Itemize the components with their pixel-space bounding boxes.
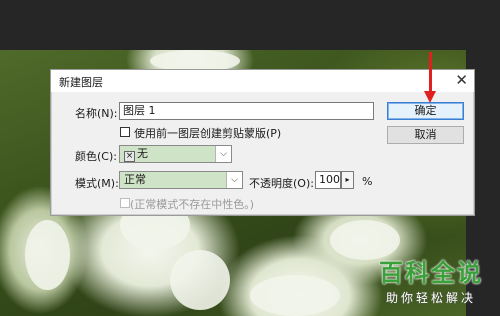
close-icon[interactable]: ✕ (455, 71, 468, 89)
color-select[interactable]: × 无 ⌵ (119, 145, 232, 163)
annotation-arrow-head-icon (424, 91, 436, 103)
opacity-input[interactable]: 100 (315, 171, 341, 189)
layer-name-input[interactable]: 图层 1 (119, 102, 374, 120)
opacity-label: 不透明度(O): (249, 177, 314, 190)
annotation-arrow-shaft (429, 52, 432, 94)
mode-label: 模式(M): (75, 177, 119, 190)
flower-petal (250, 275, 340, 316)
no-color-icon: × (124, 151, 135, 162)
watermark-logo: 百科全说 助你轻松解决 (372, 253, 490, 306)
ok-button[interactable]: 确定 (387, 102, 464, 120)
chevron-down-icon: ⌵ (215, 146, 231, 162)
opacity-unit: % (362, 175, 373, 188)
clipping-mask-checkbox[interactable] (120, 127, 130, 137)
flower-petal (25, 220, 70, 290)
blend-mode-select[interactable]: 正常 ⌵ (119, 171, 243, 189)
neutral-color-checkbox (120, 198, 130, 208)
neutral-color-label: (正常模式不存在中性色。) (130, 198, 255, 211)
name-label: 名称(N): (75, 107, 118, 120)
blend-mode-value: 正常 (124, 173, 146, 186)
dialog-titlebar: 新建图层 ✕ (51, 70, 474, 92)
new-layer-dialog: 新建图层 ✕ 名称(N): 图层 1 使用前一图层创建剪贴蒙版(P) 颜色(C)… (50, 69, 475, 216)
flower-petal (170, 250, 230, 310)
watermark-main-text: 百科全说 (379, 259, 483, 287)
color-label: 颜色(C): (75, 150, 117, 163)
color-select-value: 无 (137, 147, 148, 160)
clipping-mask-label: 使用前一图层创建剪贴蒙版(P) (134, 127, 282, 140)
cancel-button[interactable]: 取消 (387, 126, 464, 144)
opacity-stepper-arrow-icon[interactable]: ▸ (341, 171, 354, 189)
watermark-sub-text: 助你轻松解决 (385, 291, 476, 305)
chevron-down-icon: ⌵ (226, 172, 242, 188)
dialog-title: 新建图层 (59, 76, 103, 89)
